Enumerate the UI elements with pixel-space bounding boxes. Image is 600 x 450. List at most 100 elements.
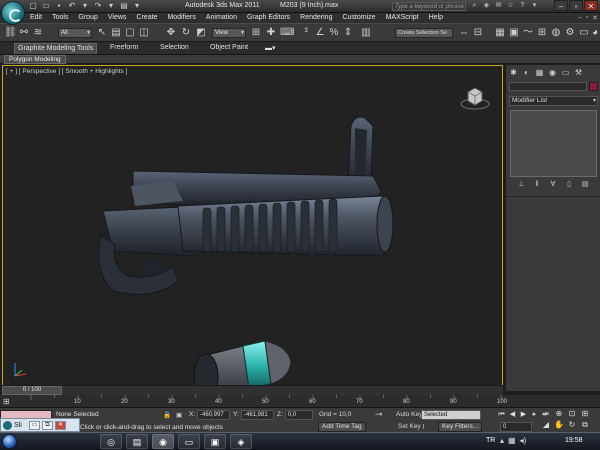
minimize-button[interactable]: – (554, 0, 568, 11)
next-frame-icon[interactable]: ▸ (530, 410, 539, 419)
taskbar-photoshop-icon[interactable]: ▣ (204, 434, 226, 449)
auto-key-button[interactable]: Auto Key (396, 411, 422, 418)
zoom-icon[interactable]: ⌕ (540, 409, 552, 419)
keyboard-shortcut-override-icon[interactable]: ⌨ (280, 27, 294, 39)
mirror-icon[interactable]: ⇔ (458, 27, 470, 39)
menu-views[interactable]: Views (108, 14, 127, 21)
polygon-modeling-panel[interactable]: Polygon Modeling (4, 55, 66, 64)
tray-network-icon[interactable]: ▦ (508, 436, 516, 445)
unlink-selection-icon[interactable]: ⚯ (18, 27, 30, 39)
taskbar-window-icon[interactable]: ▭ (178, 434, 200, 449)
percent-snap-icon[interactable]: % (328, 27, 340, 39)
help-icon[interactable]: ? (518, 1, 527, 11)
show-end-result-icon[interactable]: ‖ (532, 180, 542, 190)
menu-group[interactable]: Group (78, 14, 97, 21)
maximize-viewport-icon[interactable]: ⧉ (579, 420, 591, 430)
key-mode-dropdown[interactable]: Selected (421, 410, 481, 420)
search-icon[interactable]: ⌕ (470, 1, 479, 11)
make-unique-icon[interactable]: ∀ (548, 180, 558, 190)
angle-snap-icon[interactable]: ∠ (314, 27, 326, 39)
edit-named-selection-icon[interactable]: ▥ (360, 27, 372, 39)
bind-to-space-warp-icon[interactable]: ≋ (32, 27, 44, 39)
schematic-view-icon[interactable]: ⊞ (536, 27, 548, 39)
tray-volume-icon[interactable]: ◂) (520, 436, 527, 445)
utilities-tab-icon[interactable]: ⚒ (573, 67, 584, 78)
pan-icon[interactable]: ✋ (553, 420, 565, 430)
key-tangent-icon[interactable]: ⌇ (422, 423, 425, 431)
taskbar-3dsmax-icon[interactable]: ◉ (152, 434, 174, 449)
object-name-field[interactable] (509, 82, 587, 91)
new-file-icon[interactable]: ▢ (28, 1, 38, 11)
x-coordinate-field[interactable]: -460,997 (197, 410, 230, 420)
y-coordinate-field[interactable]: -461,981 (241, 410, 274, 420)
spinner-snap-icon[interactable]: ⇕ (342, 27, 354, 39)
menu-maxscript[interactable]: MAXScript (386, 14, 419, 21)
snaps-toggle-icon[interactable]: ³ (300, 27, 312, 39)
perspective-viewport[interactable]: [ + ] [ Perspective ] [ Smooth + Highlig… (2, 65, 503, 391)
select-and-move-icon[interactable]: ✥ (165, 27, 177, 39)
tab-selection[interactable]: Selection (160, 44, 189, 51)
object-color-swatch[interactable] (589, 82, 598, 91)
named-selection-sets-dropdown[interactable]: Create Selection Se (395, 28, 453, 38)
display-tab-icon[interactable]: ▭ (560, 67, 571, 78)
menu-rendering[interactable]: Rendering (300, 14, 332, 21)
lock-selection-icon[interactable]: 🔒 (163, 411, 171, 419)
menu-graph-editors[interactable]: Graph Editors (247, 14, 290, 21)
add-time-tag-button[interactable]: Add Time Tag (318, 422, 366, 432)
ribbon-options-icon[interactable]: ▬▾ (265, 44, 276, 52)
start-button[interactable] (2, 434, 17, 449)
redo-icon[interactable]: ↷ (93, 1, 103, 11)
mini-curve-editor-icon[interactable]: ⊞ (3, 397, 10, 406)
zoom-extents-icon[interactable]: ⊡ (566, 409, 578, 419)
modifier-list-dropdown[interactable]: Modifier List (509, 96, 598, 106)
selection-filter-dropdown[interactable]: All (58, 28, 92, 38)
taskbar-app-icon[interactable]: ◈ (230, 434, 252, 449)
time-slider-thumb[interactable]: 0 / 100 (2, 386, 62, 395)
rendered-frame-window-icon[interactable]: ▭ (578, 27, 590, 39)
current-frame-field[interactable]: 0 (500, 422, 532, 432)
align-icon[interactable]: ⊟ (472, 27, 484, 39)
hierarchy-tab-icon[interactable]: ▦ (534, 67, 545, 78)
taskbar-clock[interactable]: 19:58 (565, 437, 583, 444)
previous-frame-icon[interactable]: ◀ (508, 410, 517, 419)
favorites-star-icon[interactable]: ☆ (506, 1, 515, 11)
select-and-scale-icon[interactable]: ◩ (195, 27, 207, 39)
graphite-toggle-icon[interactable]: ▣ (508, 27, 520, 39)
maximize-button[interactable]: ▫ (569, 0, 583, 11)
undo-dropdown-icon[interactable]: ▾ (80, 1, 90, 11)
input-language[interactable]: TR (486, 437, 495, 444)
transform-mode-icon[interactable]: ▣ (176, 411, 182, 419)
layer-manager-icon[interactable]: ▦ (494, 27, 506, 39)
zoom-all-icon[interactable]: ⊕ (553, 409, 565, 419)
select-by-name-icon[interactable]: ▤ (110, 27, 122, 39)
time-slider[interactable]: 0 / 100 (2, 385, 503, 395)
track-bar[interactable]: ⊞ 10 20 30 40 50 60 70 80 90 100 (0, 395, 600, 408)
doc-restore-icon[interactable]: ▫ (586, 14, 588, 22)
taskbar-thumbnail-popup[interactable]: Sli ▭ ⧉ ✕ (0, 418, 80, 432)
viewcube-icon[interactable] (460, 82, 490, 112)
set-key-button[interactable]: Set Key (398, 423, 421, 430)
tray-show-hidden-icon[interactable]: ▴ (500, 436, 504, 445)
render-setup-icon[interactable]: ⚙ (564, 27, 576, 39)
menu-create[interactable]: Create (136, 14, 157, 21)
menu-customize[interactable]: Customize (342, 14, 375, 21)
rectangular-selection-icon[interactable]: ▢ (124, 27, 136, 39)
tab-object-paint[interactable]: Object Paint (210, 44, 248, 51)
select-and-rotate-icon[interactable]: ↻ (180, 27, 192, 39)
configure-modifier-sets-icon[interactable]: ▤ (580, 180, 590, 190)
play-icon[interactable]: ▶ (519, 410, 528, 419)
redo-dropdown-icon[interactable]: ▾ (106, 1, 116, 11)
select-and-manipulate-icon[interactable]: ✚ (265, 27, 277, 39)
window-crossing-icon[interactable]: ◫ (138, 27, 150, 39)
open-file-icon[interactable]: ▭ (41, 1, 51, 11)
menu-modifiers[interactable]: Modifiers (167, 14, 195, 21)
zoom-extents-all-icon[interactable]: ⊞ (579, 409, 591, 419)
go-to-start-icon[interactable]: ⏮ (497, 410, 506, 419)
modify-tab-icon[interactable]: ◐ (521, 67, 532, 78)
pivot-center-icon[interactable]: ⊞ (250, 27, 262, 39)
menu-tools[interactable]: Tools (52, 14, 68, 21)
communication-center-icon[interactable]: ✉ (494, 1, 503, 11)
popup-restore-button[interactable]: ⧉ (42, 421, 53, 430)
help-dropdown-icon[interactable]: ▾ (530, 1, 539, 11)
motion-tab-icon[interactable]: ◉ (547, 67, 558, 78)
